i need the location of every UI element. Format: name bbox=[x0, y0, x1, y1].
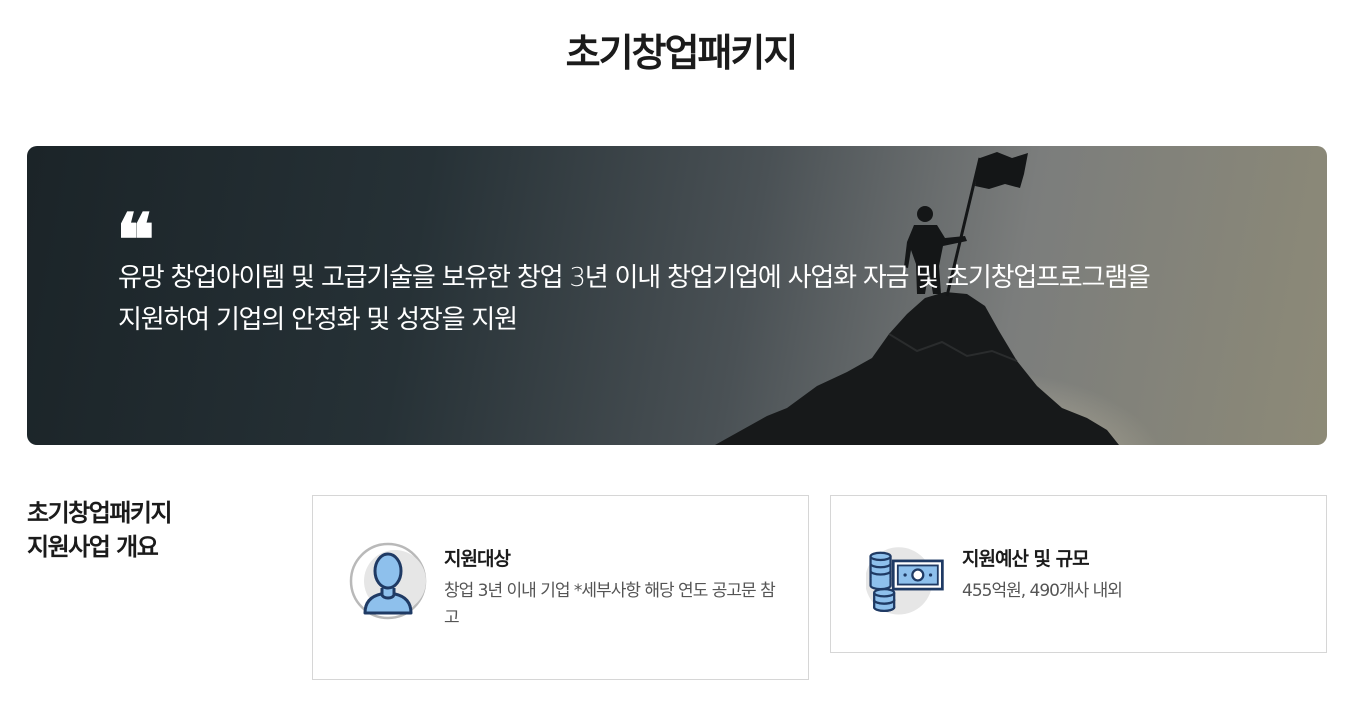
support-budget-card: 지원예산 및 규모 455억원, 490개사 내외 bbox=[830, 495, 1327, 653]
hero-line: 지원하여 기업의 안정화 및 성장을 지원 bbox=[118, 305, 518, 335]
hero-line: 유망 창업아이템 및 고급기술을 보유한 창업 3년 이내 창업기업에 사업화 … bbox=[118, 263, 1151, 293]
card-description: 창업 3년 이내 기업 *세부사항 해당 연도 공고문 참고 bbox=[444, 581, 776, 628]
overview-heading: 초기창업패키지 지원사업 개요 bbox=[27, 496, 287, 564]
overview-heading-line: 초기창업패키지 bbox=[27, 499, 173, 527]
overview-heading-line: 지원사업 개요 bbox=[27, 533, 159, 561]
card-title: 지원예산 및 규모 bbox=[962, 548, 1090, 570]
page-title: 초기창업패키지 bbox=[565, 31, 799, 75]
money-coins-icon bbox=[866, 547, 944, 615]
hero-description: 유망 창업아이템 및 고급기술을 보유한 창업 3년 이내 창업기업에 사업화 … bbox=[118, 257, 1268, 341]
hero-banner: ❝ 유망 창업아이템 및 고급기술을 보유한 창업 3년 이내 창업기업에 사업… bbox=[27, 146, 1327, 445]
card-title: 지원대상 bbox=[444, 548, 511, 570]
support-target-card: 지원대상 창업 3년 이내 기업 *세부사항 해당 연도 공고문 참고 bbox=[312, 495, 809, 680]
person-icon bbox=[349, 542, 427, 620]
card-description: 455억원, 490개사 내외 bbox=[962, 581, 1123, 601]
